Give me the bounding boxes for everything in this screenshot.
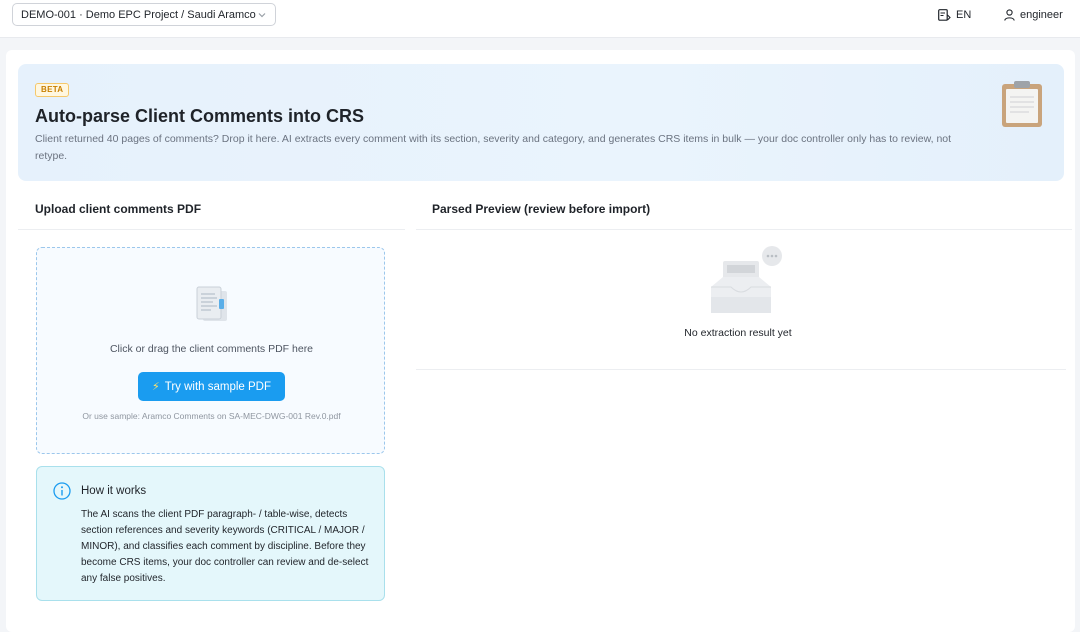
clipboard-icon xyxy=(1002,81,1042,127)
pdf-dropzone[interactable]: Click or drag the client comments PDF he… xyxy=(36,247,385,454)
upload-heading: Upload client comments PDF xyxy=(35,202,202,216)
page-title: Auto-parse Client Comments into CRS xyxy=(35,106,365,126)
preview-heading: Parsed Preview (review before import) xyxy=(432,202,651,216)
user-name: engineer xyxy=(1020,9,1063,21)
main-content: BETA Auto-parse Client Comments into CRS… xyxy=(6,50,1075,632)
empty-inbox-icon xyxy=(711,246,782,313)
project-select-value: DEMO-001 · Demo EPC Project / Saudi Aram… xyxy=(21,8,257,21)
beta-badge: BETA xyxy=(35,83,70,97)
empty-state-text: No extraction result yet xyxy=(684,327,792,339)
user-menu[interactable]: engineer xyxy=(1004,7,1063,23)
how-it-works-title: How it works xyxy=(81,485,147,497)
how-it-works-body: The AI scans the client PDF paragraph- /… xyxy=(81,509,369,584)
hero-banner: BETA Auto-parse Client Comments into CRS… xyxy=(18,64,1064,181)
how-it-works-box: How it works The AI scans the client PDF… xyxy=(36,466,385,601)
info-icon xyxy=(53,482,71,500)
sample-note: Or use sample: Aramco Comments on SA-MEC… xyxy=(82,411,341,421)
project-select[interactable]: DEMO-001 · Demo EPC Project / Saudi Aram… xyxy=(12,3,276,26)
dropzone-instruction: Click or drag the client comments PDF he… xyxy=(109,343,314,355)
page-description: Client returned 40 pages of comments? Dr… xyxy=(35,133,952,162)
translate-icon xyxy=(938,9,951,21)
lightning-icon: ⚡ xyxy=(151,381,160,393)
try-sample-label: Try with sample PDF xyxy=(164,380,272,393)
try-sample-button[interactable]: ⚡ Try with sample PDF xyxy=(138,372,285,401)
user-icon xyxy=(1004,9,1015,21)
preview-divider xyxy=(416,229,1072,230)
language-label: EN xyxy=(956,9,972,21)
upload-divider xyxy=(18,229,405,230)
language-switch[interactable]: EN xyxy=(938,7,971,23)
top-bar: DEMO-001 · Demo EPC Project / Saudi Aram… xyxy=(0,0,1080,38)
chevron-down-icon xyxy=(258,12,266,17)
document-icon xyxy=(196,286,227,321)
preview-bottom-divider xyxy=(416,369,1066,370)
